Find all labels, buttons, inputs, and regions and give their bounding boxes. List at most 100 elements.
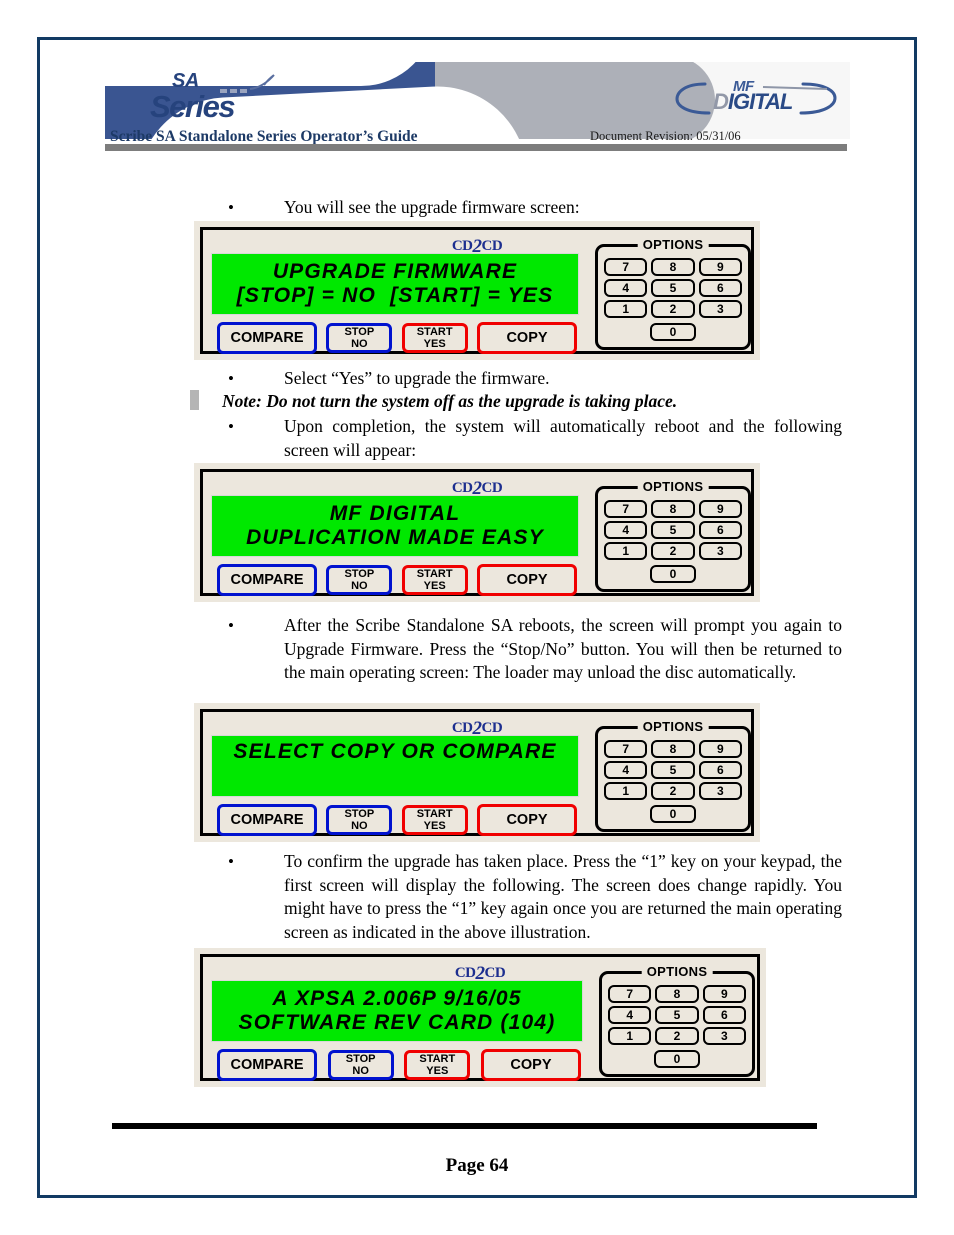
lcd-line-2: DUPLICATION MADE EASY <box>246 526 544 549</box>
key-0[interactable]: 0 <box>654 1050 700 1068</box>
keypad-zero-row: 0 <box>604 805 742 823</box>
key-1[interactable]: 1 <box>604 300 648 318</box>
page-number: Page 64 <box>445 1155 509 1176</box>
options-keypad: OPTIONS 7 8 9 4 5 6 1 2 3 0 <box>595 237 751 350</box>
compare-button[interactable]: COMPARE <box>217 804 317 836</box>
options-keypad: OPTIONS 7 8 9 4 5 6 1 2 3 0 <box>599 964 755 1077</box>
header-divider-rule <box>105 144 847 151</box>
key-6[interactable]: 6 <box>698 521 742 539</box>
stop-button-label: STOP <box>344 326 375 338</box>
keypad-zero-row: 0 <box>604 323 742 341</box>
key-6[interactable]: 6 <box>702 1006 746 1024</box>
lcd-line-1: SELECT COPY OR COMPARE <box>233 740 557 763</box>
start-yes-button[interactable]: START YES <box>401 565 468 595</box>
revision-change-bar <box>190 390 199 410</box>
key-3[interactable]: 3 <box>698 542 742 560</box>
key-3[interactable]: 3 <box>698 782 742 800</box>
start-yes-button[interactable]: START YES <box>401 323 468 353</box>
start-yes-button[interactable]: START YES <box>401 805 468 835</box>
key-8[interactable]: 8 <box>651 258 695 276</box>
start-yes-button[interactable]: START YES <box>404 1050 471 1080</box>
copy-button[interactable]: COPY <box>476 564 577 596</box>
key-5[interactable]: 5 <box>651 279 695 297</box>
panel-frame: CD 2 CD SELECT COPY OR COMPARE COMPARE STO… <box>200 709 754 836</box>
device-panel-mf-digital-splash: CD 2 CD MF DIGITAL DUPLICATION MADE EASY C… <box>194 463 760 602</box>
stop-button-label: STOP <box>344 568 375 580</box>
key-9[interactable]: 9 <box>698 740 742 758</box>
key-4[interactable]: 4 <box>604 761 648 779</box>
stop-no-button[interactable]: STOP NO <box>326 323 393 353</box>
lcd-line-2: [STOP] = NO [START] = YES <box>236 284 554 307</box>
panel-frame: CD 2 CD A XPSA 2.006P 9/16/05 SOFTWARE REV… <box>200 954 760 1081</box>
panel-frame: CD 2 CD UPGRADE FIRMWARE [STOP] = NO [STAR… <box>200 227 754 354</box>
key-5[interactable]: 5 <box>651 521 695 539</box>
sa-series-logo: SA Series <box>140 70 350 126</box>
panel-frame: CD 2 CD MF DIGITAL DUPLICATION MADE EASY C… <box>200 469 754 596</box>
stop-no-button[interactable]: STOP NO <box>326 805 393 835</box>
key-1[interactable]: 1 <box>604 782 648 800</box>
compare-button-label: COMPARE <box>230 812 304 828</box>
copy-button[interactable]: COPY <box>476 322 577 354</box>
key-2[interactable]: 2 <box>651 300 695 318</box>
key-5[interactable]: 5 <box>655 1006 699 1024</box>
key-4[interactable]: 4 <box>604 521 648 539</box>
lcd-line-2: SOFTWARE REV CARD (104) <box>238 1011 556 1034</box>
key-5[interactable]: 5 <box>651 761 695 779</box>
key-2[interactable]: 2 <box>651 782 695 800</box>
key-7[interactable]: 7 <box>604 258 648 276</box>
key-6[interactable]: 6 <box>698 761 742 779</box>
options-keypad-label: OPTIONS <box>637 237 709 252</box>
bullet-text-3: Upon completion, the system will automat… <box>284 416 842 460</box>
key-8[interactable]: 8 <box>655 985 699 1003</box>
key-3[interactable]: 3 <box>698 300 742 318</box>
cd2cd-logo-cd1: CD <box>451 238 473 254</box>
key-0[interactable]: 0 <box>650 805 696 823</box>
keypad-grid: 7 8 9 4 5 6 1 2 3 <box>604 258 742 318</box>
mf-logo-line2: DIGITAL <box>713 89 793 115</box>
key-7[interactable]: 7 <box>608 985 652 1003</box>
key-4[interactable]: 4 <box>608 1006 652 1024</box>
compare-button[interactable]: COMPARE <box>217 1049 317 1081</box>
key-0[interactable]: 0 <box>650 323 696 341</box>
compare-button-label: COMPARE <box>230 572 304 588</box>
key-1[interactable]: 1 <box>604 542 648 560</box>
copy-button[interactable]: COPY <box>480 1049 581 1081</box>
bullet-item-1: • You will see the upgrade firmware scre… <box>228 196 848 220</box>
keypad-grid: 7 8 9 4 5 6 1 2 3 <box>608 985 746 1045</box>
key-9[interactable]: 9 <box>698 500 742 518</box>
key-2[interactable]: 2 <box>651 542 695 560</box>
key-1[interactable]: 1 <box>608 1027 652 1045</box>
keypad-grid: 7 8 9 4 5 6 1 2 3 <box>604 500 742 560</box>
key-4[interactable]: 4 <box>604 279 648 297</box>
key-8[interactable]: 8 <box>651 500 695 518</box>
options-keypad-label: OPTIONS <box>637 719 709 734</box>
key-9[interactable]: 9 <box>698 258 742 276</box>
lcd-line-1: UPGRADE FIRMWARE <box>272 260 518 283</box>
cd2cd-logo-cd1: CD <box>451 480 473 496</box>
key-7[interactable]: 7 <box>604 500 648 518</box>
no-button-label: NO <box>351 820 368 832</box>
compare-button[interactable]: COMPARE <box>217 322 317 354</box>
keypad-zero-row: 0 <box>604 565 742 583</box>
key-2[interactable]: 2 <box>655 1027 699 1045</box>
key-7[interactable]: 7 <box>604 740 648 758</box>
keypad-grid: 7 8 9 4 5 6 1 2 3 <box>604 740 742 800</box>
bullet-item-5: • To confirm the upgrade has taken place… <box>228 850 842 944</box>
compare-button[interactable]: COMPARE <box>217 564 317 596</box>
key-3[interactable]: 3 <box>702 1027 746 1045</box>
key-8[interactable]: 8 <box>651 740 695 758</box>
copy-button[interactable]: COPY <box>476 804 577 836</box>
key-0[interactable]: 0 <box>650 565 696 583</box>
options-keypad-label: OPTIONS <box>641 964 713 979</box>
stop-no-button[interactable]: STOP NO <box>327 1050 394 1080</box>
no-button-label: NO <box>351 580 368 592</box>
note-warning-text: Note: Do not turn the system off as the … <box>222 391 678 411</box>
copy-button-label: COPY <box>506 812 548 828</box>
options-keypad-label: OPTIONS <box>637 479 709 494</box>
stop-no-button[interactable]: STOP NO <box>326 565 393 595</box>
key-6[interactable]: 6 <box>698 279 742 297</box>
footer-divider-rule <box>112 1123 817 1129</box>
mf-digital-logo: MF DIGITAL <box>675 74 840 124</box>
start-button-label: START <box>416 568 453 580</box>
key-9[interactable]: 9 <box>702 985 746 1003</box>
